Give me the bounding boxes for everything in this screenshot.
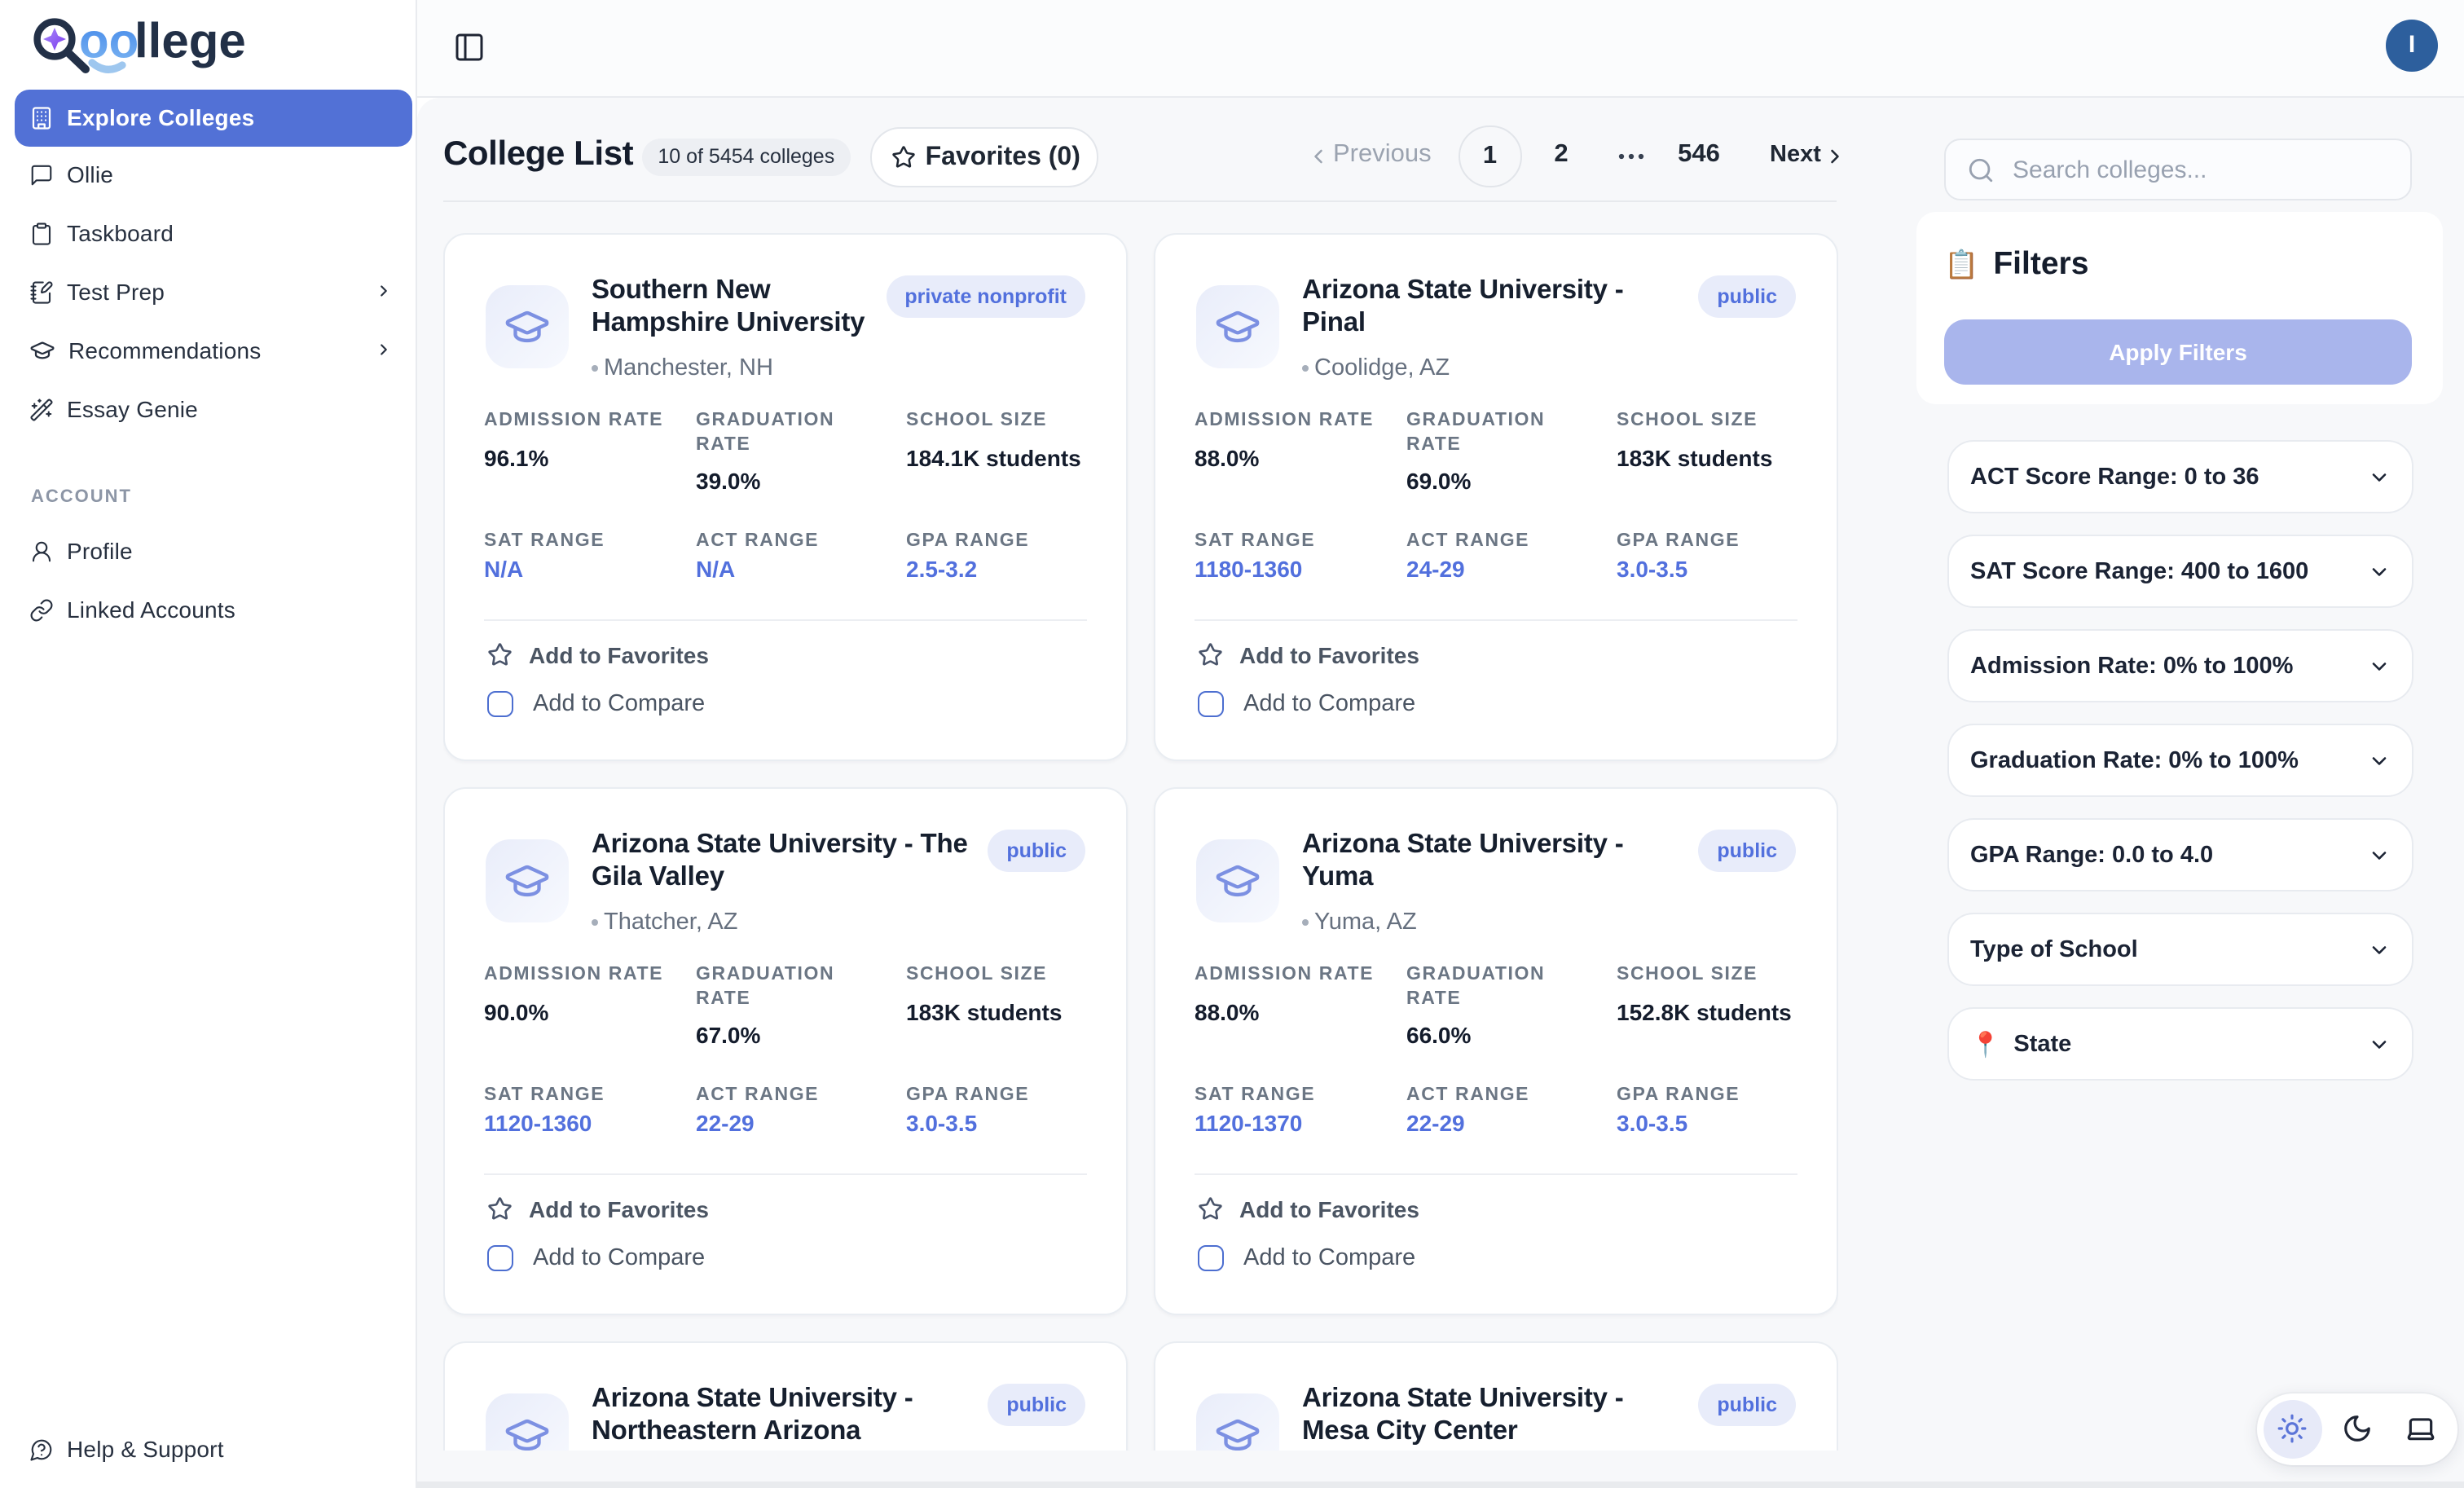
svg-text:oo: oo: [79, 14, 139, 68]
svg-text:llege: llege: [134, 14, 246, 68]
